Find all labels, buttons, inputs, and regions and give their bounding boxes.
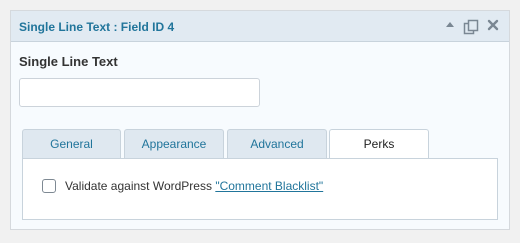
tab-perks[interactable]: Perks: [329, 129, 429, 159]
tab-perks-label: Perks: [363, 137, 395, 151]
field-editor-panel: Single Line Text : Field ID 4 Single Lin…: [10, 10, 510, 230]
duplicate-icon[interactable]: [463, 19, 479, 35]
panel-title: Single Line Text : Field ID 4: [19, 20, 175, 34]
tab-appearance[interactable]: Appearance: [124, 129, 224, 158]
checkbox-label-text: Validate against WordPress: [65, 179, 216, 193]
collapse-arrow-icon[interactable]: [443, 19, 457, 33]
panel-header: Single Line Text : Field ID 4: [11, 11, 509, 42]
single-line-text-input[interactable]: [19, 78, 260, 107]
tab-general[interactable]: General: [22, 129, 121, 158]
tab-advanced[interactable]: Advanced: [227, 129, 327, 158]
tab-general-label: General: [50, 137, 93, 151]
tab-advanced-label: Advanced: [250, 137, 304, 151]
comment-blacklist-link[interactable]: "Comment Blacklist": [215, 179, 323, 193]
field-label: Single Line Text: [19, 54, 118, 69]
perks-tab-panel: Validate against WordPress "Comment Blac…: [22, 158, 498, 220]
panel-body: Single Line Text General Appearance Adva…: [11, 42, 509, 229]
checkbox-label: Validate against WordPress "Comment Blac…: [65, 179, 323, 193]
tab-appearance-label: Appearance: [141, 137, 207, 151]
comment-blacklist-checkbox[interactable]: [42, 179, 56, 193]
close-icon[interactable]: [486, 19, 500, 33]
